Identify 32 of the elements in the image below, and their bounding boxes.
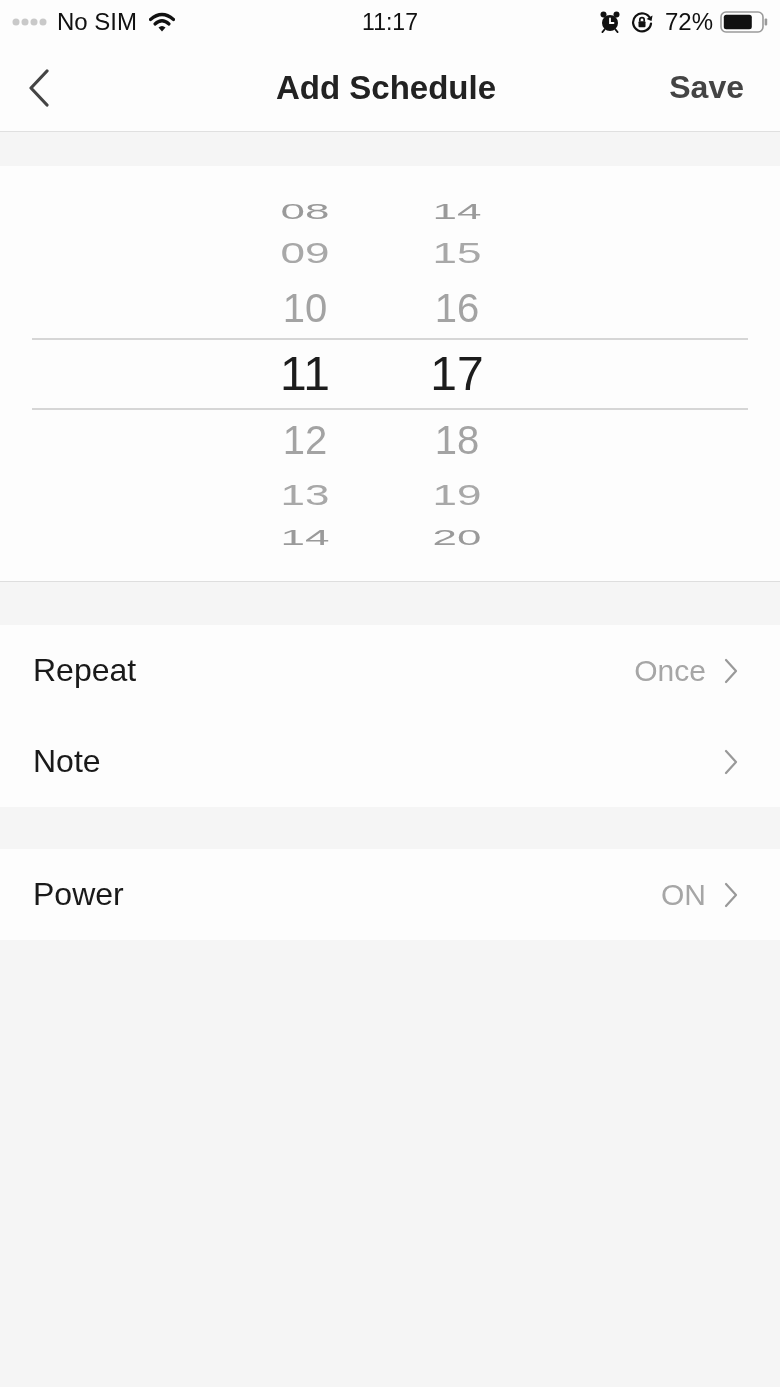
save-button[interactable]: Save	[669, 69, 744, 106]
picker-item[interactable]: 20	[432, 526, 482, 548]
picker-item[interactable]: 09	[280, 238, 330, 268]
status-time: 11:17	[362, 8, 418, 36]
picker-item[interactable]: 17	[430, 350, 484, 398]
chevron-right-icon	[724, 657, 738, 684]
signal-icon	[12, 18, 47, 26]
chevron-right-icon	[724, 748, 738, 775]
picker-item[interactable]: 18	[434, 420, 480, 460]
picker-item[interactable]: 10	[282, 288, 328, 328]
picker-item[interactable]: 14	[432, 200, 482, 222]
back-button[interactable]	[28, 68, 50, 107]
picker-item[interactable]: 11	[280, 350, 330, 398]
picker-item[interactable]: 15	[432, 238, 482, 268]
screen-title: Add Schedule	[276, 68, 496, 107]
picker-item[interactable]: 08	[280, 200, 330, 222]
settings-row[interactable]: Repeat Once	[0, 625, 780, 716]
picker-item[interactable]: 19	[432, 480, 482, 510]
picker-item[interactable]: 12	[282, 420, 328, 460]
settings-row[interactable]: Note	[0, 716, 780, 807]
battery-icon	[720, 11, 768, 33]
carrier-text: No SIM	[57, 8, 137, 36]
alarm-clock-icon	[599, 11, 620, 33]
picker-item[interactable]: 14	[280, 526, 330, 548]
battery-percent: 72%	[664, 8, 713, 36]
chevron-left-icon	[28, 68, 50, 107]
chevron-right-icon	[724, 881, 738, 908]
settings-row[interactable]: Power ON	[0, 849, 780, 940]
picker-item[interactable]: 13	[280, 480, 330, 510]
wifi-icon	[149, 12, 175, 32]
picker-item[interactable]: 16	[434, 288, 480, 328]
rotation-lock-icon	[630, 11, 653, 33]
